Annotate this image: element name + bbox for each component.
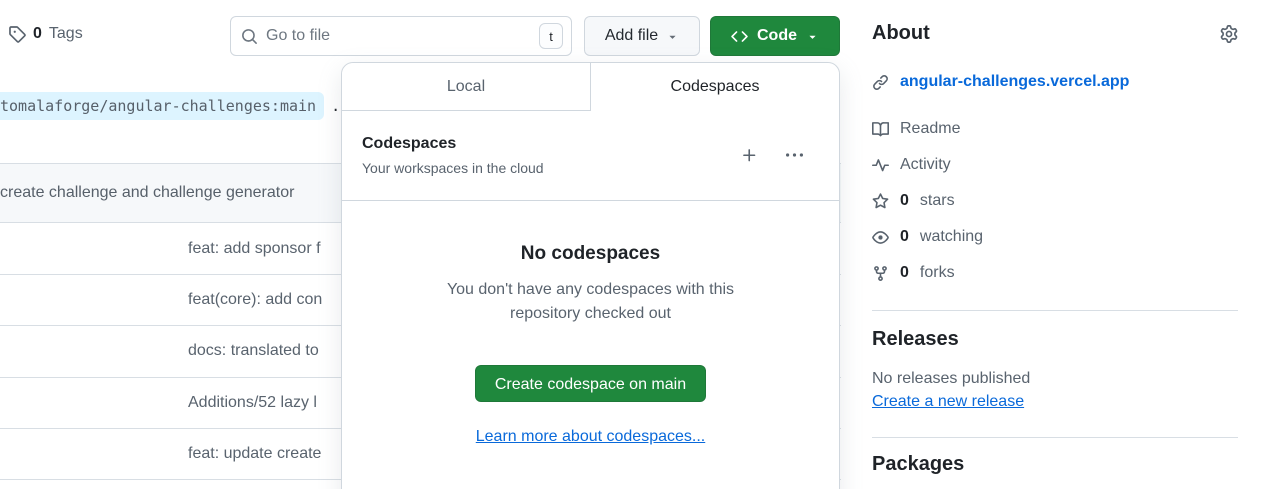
latest-commit-message: create challenge and challenge generator xyxy=(0,184,294,202)
github-repo-page: 0 Tags Go to file t Add file Code tomala… xyxy=(0,0,1278,489)
sidebar-item-label: Activity xyxy=(900,156,951,174)
branch-reference-line: tomalaforge/angular-challenges:main . xyxy=(0,92,340,120)
eye-icon xyxy=(872,229,889,246)
tab-local[interactable]: Local xyxy=(342,63,591,111)
repo-meta-list: Readme Activity 0 stars 0 xyxy=(872,111,1238,291)
create-release-link[interactable]: Create a new release xyxy=(872,393,1024,411)
empty-state-description: You don't have any codespaces with this … xyxy=(426,278,756,326)
branch-ref-suffix: . xyxy=(331,97,340,115)
releases-empty-text: No releases published xyxy=(872,370,1238,388)
sidebar-item-label: stars xyxy=(920,192,955,210)
sidebar-divider xyxy=(872,310,1238,311)
gear-icon[interactable] xyxy=(1220,25,1238,43)
code-icon xyxy=(731,28,748,45)
commit-message: Additions/52 lazy l xyxy=(188,394,317,412)
fork-icon xyxy=(872,265,889,282)
chevron-down-icon xyxy=(806,30,819,43)
commit-message: feat(core): add con xyxy=(188,291,322,309)
book-icon xyxy=(872,121,889,138)
sidebar-item-stars[interactable]: 0 stars xyxy=(872,183,1238,219)
tags-label: Tags xyxy=(49,25,83,43)
about-title: About xyxy=(872,22,930,45)
link-icon xyxy=(872,74,889,91)
search-icon xyxy=(241,28,258,45)
go-to-file-search[interactable]: Go to file t xyxy=(230,16,572,56)
add-file-label: Add file xyxy=(605,27,658,45)
sidebar-item-activity[interactable]: Activity xyxy=(872,147,1238,183)
tag-icon xyxy=(8,25,26,43)
code-button-label: Code xyxy=(757,27,797,45)
codespaces-empty-state: No codespaces You don't have any codespa… xyxy=(342,243,839,446)
sidebar-item-label: watching xyxy=(920,228,983,246)
code-dropdown-tabs: Local Codespaces xyxy=(342,63,839,111)
tab-codespaces[interactable]: Codespaces xyxy=(591,63,839,111)
commit-message: docs: translated to xyxy=(188,342,319,360)
sidebar-item-watching[interactable]: 0 watching xyxy=(872,219,1238,255)
commit-message: feat: add sponsor f xyxy=(188,240,321,258)
kebab-menu-icon[interactable] xyxy=(786,147,803,164)
packages-title[interactable]: Packages xyxy=(872,453,1238,476)
sidebar-item-label: forks xyxy=(920,264,955,282)
sidebar-item-label: Readme xyxy=(900,120,960,138)
sidebar-item-readme[interactable]: Readme xyxy=(872,111,1238,147)
create-codespace-button[interactable]: Create codespace on main xyxy=(475,365,706,402)
search-placeholder: Go to file xyxy=(266,27,531,45)
codespaces-subtitle: Your workspaces in the cloud xyxy=(362,160,544,176)
codespaces-panel-header: Codespaces Your workspaces in the cloud xyxy=(342,111,839,201)
plus-icon[interactable] xyxy=(741,147,758,164)
codespaces-title: Codespaces xyxy=(362,135,544,153)
sidebar-divider xyxy=(872,437,1238,438)
branch-ref-code[interactable]: tomalaforge/angular-challenges:main xyxy=(0,92,324,120)
sidebar-item-forks[interactable]: 0 forks xyxy=(872,255,1238,291)
chevron-down-icon xyxy=(666,30,679,43)
empty-state-title: No codespaces xyxy=(342,243,839,265)
add-file-button[interactable]: Add file xyxy=(584,16,700,56)
about-sidebar: About angular-challenges.vercel.app Read… xyxy=(872,0,1238,476)
pulse-icon xyxy=(872,157,889,174)
learn-more-link[interactable]: Learn more about codespaces... xyxy=(476,428,705,446)
code-dropdown-panel: Local Codespaces Codespaces Your workspa… xyxy=(341,62,840,489)
releases-title[interactable]: Releases xyxy=(872,328,1238,351)
star-icon xyxy=(872,193,889,210)
tags-count: 0 xyxy=(33,25,42,43)
tags-link[interactable]: 0 Tags xyxy=(8,25,83,43)
commit-message: feat: update create xyxy=(188,445,321,463)
code-button[interactable]: Code xyxy=(710,16,840,56)
keyboard-shortcut-badge: t xyxy=(539,23,563,49)
repo-website-link[interactable]: angular-challenges.vercel.app xyxy=(900,73,1129,91)
